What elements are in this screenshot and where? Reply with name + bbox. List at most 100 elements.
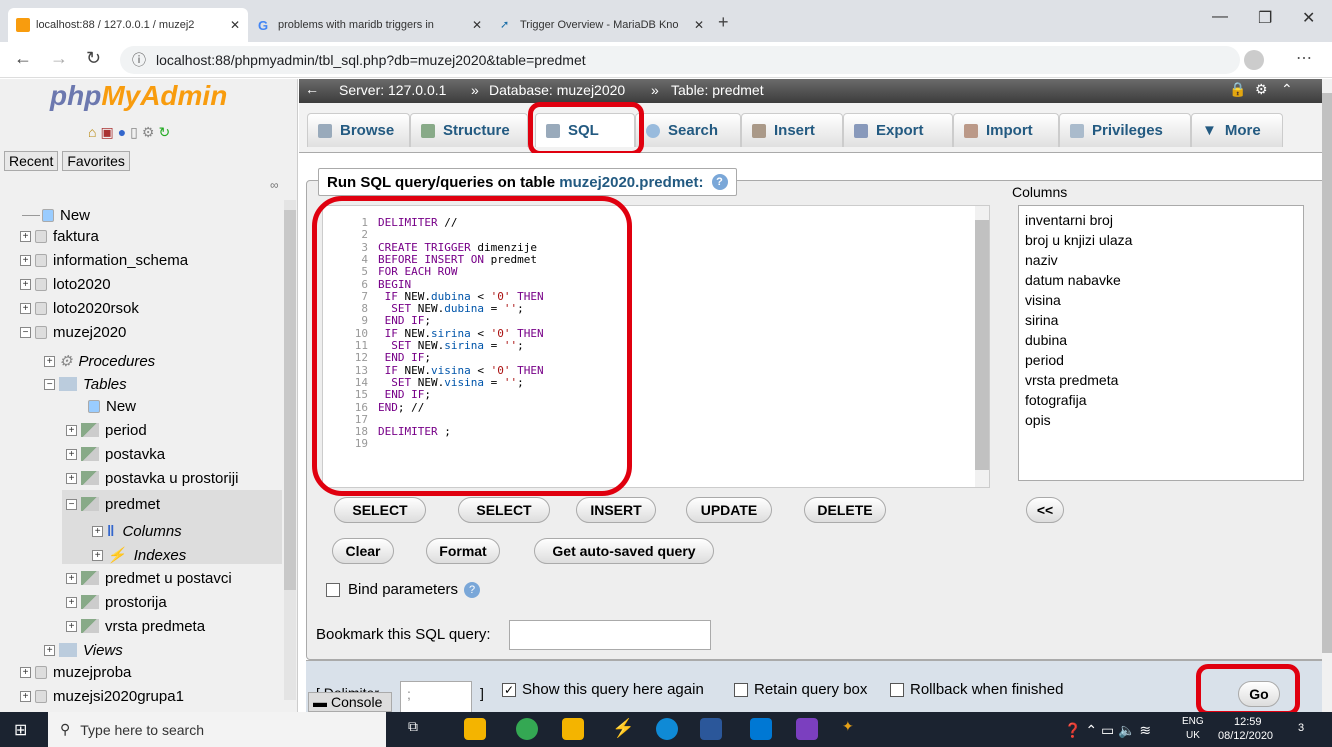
column-option[interactable]: vrsta predmeta [1025, 370, 1297, 390]
tab-more[interactable]: ▼ More [1191, 113, 1283, 147]
help-icon[interactable]: ? [464, 581, 481, 598]
new-tab-icon[interactable]: + [718, 12, 729, 33]
more-options-icon[interactable]: ⋯ [1296, 48, 1312, 68]
column-option[interactable]: inventarni broj [1025, 210, 1297, 230]
format-button[interactable]: Format [426, 538, 500, 564]
column-option[interactable]: visina [1025, 290, 1297, 310]
tree-db-muzejproba[interactable]: + muzejproba [20, 662, 131, 682]
vscode-like-icon[interactable]: ⚡ [612, 718, 634, 740]
clock-date[interactable]: 08/12/2020 [1218, 730, 1273, 742]
tree-table-postavka[interactable]: + postavka [66, 444, 165, 464]
insert-button[interactable]: INSERT [576, 497, 656, 523]
logout-icon[interactable]: ▣ [100, 124, 113, 141]
tree-db-information-schema[interactable]: + information_schema [20, 250, 188, 270]
close-window-icon[interactable]: ✕ [1302, 8, 1315, 28]
select-star-button[interactable]: SELECT [334, 497, 426, 523]
back-icon[interactable]: ← [14, 48, 32, 69]
console-toggle[interactable]: ▬ Console [308, 692, 392, 712]
column-option[interactable]: naziv [1025, 250, 1297, 270]
gear-icon[interactable]: ⚙ [1255, 81, 1268, 98]
browser-tab-phpmyadmin[interactable]: localhost:88 / 127.0.0.1 / muzej2 ✕ [8, 8, 248, 42]
delimiter-input[interactable]: ; [400, 681, 472, 713]
language-indicator[interactable]: ENG [1182, 716, 1204, 727]
tree-db-faktura[interactable]: + faktura [20, 226, 99, 246]
breadcrumb-table[interactable]: Table: predmet [671, 82, 764, 98]
forward-icon[interactable]: → [50, 48, 68, 69]
retain-checkbox[interactable] [734, 682, 748, 697]
tree-views[interactable]: + Views [44, 640, 123, 660]
clear-button[interactable]: Clear [332, 538, 394, 564]
close-tab-icon[interactable]: ✕ [688, 18, 704, 32]
column-option[interactable]: dubina [1025, 330, 1297, 350]
tree-table-predmet[interactable]: − predmet [66, 494, 160, 514]
tree-columns[interactable]: + ‖ Columns [92, 521, 182, 541]
phpmyadmin-logo[interactable]: phpMyAdmin [50, 80, 227, 112]
clock-time[interactable]: 12:59 [1234, 716, 1262, 728]
settings-icon[interactable]: ⚙ [142, 124, 155, 141]
bookmark-input[interactable] [509, 620, 711, 650]
url-field[interactable]: ⓘ localhost:88/phpmyadmin/tbl_sql.php?db… [120, 46, 1240, 74]
collapse-nav-icon[interactable]: ← [305, 81, 319, 97]
tree-table-prostorija[interactable]: + prostorija [66, 592, 167, 612]
tab-browse[interactable]: Browse [307, 113, 410, 147]
file-explorer-icon[interactable] [464, 718, 486, 740]
tree-table-vrsta-predmeta[interactable]: + vrsta predmeta [66, 616, 205, 636]
profile-avatar[interactable] [1244, 50, 1264, 70]
breadcrumb-database[interactable]: Database: muzej2020 [489, 82, 625, 98]
tree-db-muzejsi2020grupa1[interactable]: + muzejsi2020grupa1 [20, 686, 184, 706]
word-icon[interactable] [700, 718, 722, 740]
visual-studio-icon[interactable] [796, 718, 818, 740]
lock-icon[interactable]: 🔒 [1229, 81, 1246, 98]
reload-nav-icon[interactable]: ↻ [158, 124, 170, 141]
columns-list[interactable]: inventarni broj broj u knjizi ulaza nazi… [1018, 205, 1304, 481]
tree-table-postavka-u-prostoriji[interactable]: + postavka u prostoriji [66, 468, 238, 488]
windows-start-icon[interactable]: ⊞ [14, 720, 27, 740]
tree-db-muzej2020[interactable]: − muzej2020 [20, 322, 126, 342]
editor-scrollbar[interactable] [975, 206, 989, 487]
update-button[interactable]: UPDATE [686, 497, 772, 523]
store-icon[interactable] [562, 718, 584, 740]
browser-tab-mariadb[interactable]: ➚ Trigger Overview - MariaDB Kno ✕ [492, 8, 712, 42]
column-option[interactable]: period [1025, 350, 1297, 370]
home-icon[interactable]: ⌂ [88, 124, 96, 141]
column-option[interactable]: opis [1025, 410, 1297, 430]
collapse-icon[interactable]: ⌃ [1281, 81, 1293, 98]
show-again-checkbox[interactable]: ✓ [502, 682, 516, 697]
tree-procedures[interactable]: + ⚙ Procedures [44, 351, 155, 371]
tree-table-period[interactable]: + period [66, 420, 147, 440]
rollback-checkbox[interactable] [890, 682, 904, 697]
tree-tables[interactable]: − Tables [44, 374, 127, 394]
tab-search[interactable]: Search [635, 113, 741, 147]
link-icon[interactable]: ∞ [270, 178, 279, 192]
get-auto-saved-query-button[interactable]: Get auto-saved query [534, 538, 714, 564]
app-icon[interactable]: ✦ [842, 718, 864, 740]
tab-export[interactable]: Export [843, 113, 953, 147]
close-tab-icon[interactable]: ✕ [466, 18, 482, 32]
tab-privileges[interactable]: Privileges [1059, 113, 1191, 147]
tab-import[interactable]: Import [953, 113, 1059, 147]
docs-icon[interactable]: ▯ [130, 124, 138, 141]
help-icon[interactable]: ? [711, 174, 728, 190]
column-option[interactable]: datum nabavke [1025, 270, 1297, 290]
select-button[interactable]: SELECT [458, 497, 550, 523]
tree-indexes[interactable]: + ⚡ Indexes [92, 545, 186, 565]
system-tray-icons[interactable]: ❓ ⌃ ▭ 🔈 ≋ [1064, 722, 1151, 739]
reload-icon[interactable]: ↻ [86, 48, 101, 69]
favorites-tab[interactable]: Favorites [62, 151, 130, 171]
tree-table-predmet-u-postavci[interactable]: + predmet u postavci [66, 568, 232, 588]
insert-column-button[interactable]: << [1026, 497, 1064, 523]
table-link[interactable]: muzej2020.predmet: [559, 174, 703, 191]
sidebar-scrollbar[interactable] [284, 200, 296, 700]
maximize-icon[interactable]: ❐ [1258, 8, 1272, 28]
help-icon[interactable]: ● [118, 124, 126, 141]
tree-new-db[interactable]: New [22, 205, 90, 225]
delete-button[interactable]: DELETE [804, 497, 886, 523]
task-view-icon[interactable]: ⧉ [408, 718, 430, 740]
taskbar-search[interactable]: ⚲ Type here to search [48, 712, 386, 747]
bind-parameters-checkbox[interactable] [326, 582, 340, 597]
breadcrumb-server[interactable]: Server: 127.0.0.1 [339, 82, 446, 98]
column-option[interactable]: fotografija [1025, 390, 1297, 410]
column-option[interactable]: broj u knjizi ulaza [1025, 230, 1297, 250]
edge-icon[interactable] [656, 718, 678, 740]
tab-insert[interactable]: Insert [741, 113, 843, 147]
